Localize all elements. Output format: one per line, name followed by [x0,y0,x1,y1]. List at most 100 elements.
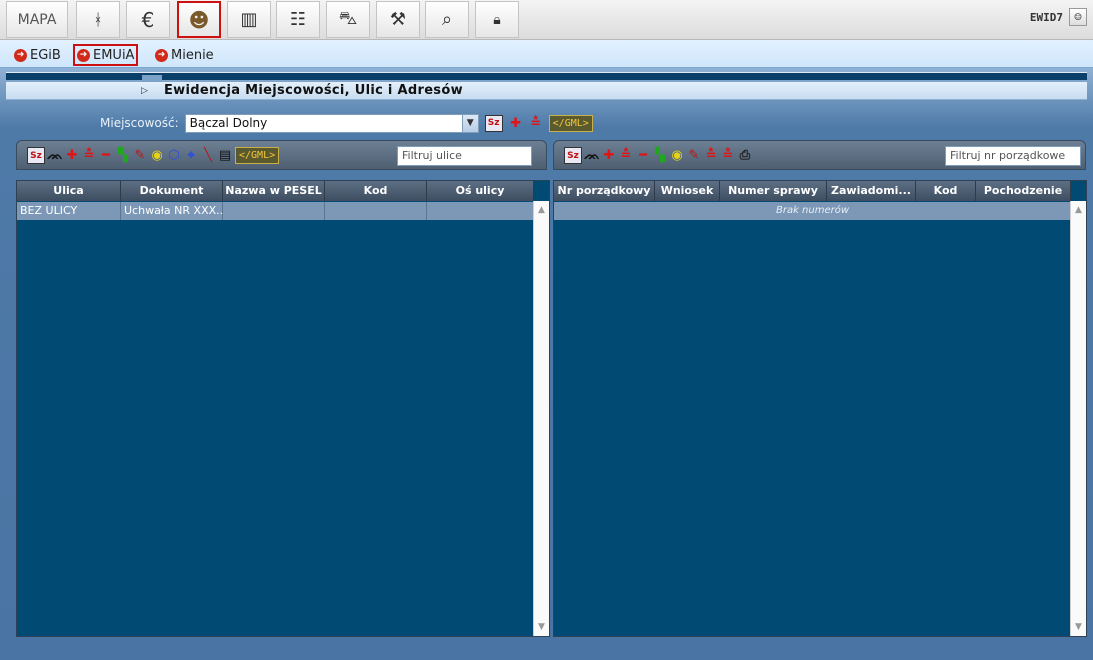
numbers-grid: Nr porządkowy Wniosek Numer sprawy Zawia… [553,180,1087,637]
numbers-toolbar-icons: Sz ᨏ ✚ ≛ ━ ▚ ◉ ✎ ≛ ≛ ⎙ [564,147,752,164]
cell-nazwa-pesel [223,202,325,220]
vertex-edit-icon[interactable]: ⬡ [167,148,181,164]
column-header-nazwa-pesel[interactable]: Nazwa w PESEL [223,181,325,201]
column-header-pochodzenie[interactable]: Pochodzenie [976,181,1071,201]
stack-w-icon[interactable]: ≛ [704,148,718,164]
binoculars-icon[interactable]: ᨏ [584,148,600,164]
stack-icon[interactable]: ≛ [529,115,543,131]
euro-icon: € [141,7,155,32]
stack-z-icon[interactable]: ≛ [721,148,735,164]
lock-icon: 🔒︎ [493,11,501,28]
draw-line-icon[interactable]: ╲ [201,148,215,164]
gavel-icon: ⚒ [389,9,407,30]
sz-button[interactable]: Sz [484,114,503,132]
streets-toolbar: Sz ᨏ ✚ ≛ ━ ▚ ✎ ◉ ⬡ ⌖ ╲ ▤ </GML> Filtruj … [16,140,547,170]
sz-button[interactable]: Sz [27,147,45,164]
cart-button[interactable]: ⛍ [326,1,370,38]
buildings-button[interactable]: ▥ [227,1,271,38]
nav-item-emuia[interactable]: ➜ EMUiA [73,44,139,66]
numbers-grid-header: Nr porządkowy Wniosek Numer sprawy Zawia… [554,181,1071,201]
pin-icon[interactable]: ◉ [150,148,164,164]
lock-button[interactable]: 🔒︎ [475,1,519,38]
document-icon[interactable]: ▤ [218,148,232,164]
column-header-nr-porzadkowy[interactable]: Nr porządkowy [554,181,655,201]
column-header-dokument[interactable]: Dokument [121,181,223,201]
empty-state: Brak numerów [554,202,1071,220]
person-icon: ☻ [188,7,210,32]
print-icon[interactable]: ⎙ [738,148,752,164]
search-button[interactable]: ⌕ [425,1,469,38]
section-header: ▷ Ewidencja Miejscowości, Ulic i Adresów [6,82,1087,100]
top-toolbar: MAPA ᚼ € ☻ ▥ ☷ ⛍ ⚒ ⌕ 🔒︎ EWID7 ☺ [0,0,1093,40]
surveyor-button[interactable]: ᚼ [76,1,120,38]
arrow-right-icon: ➜ [155,48,168,62]
pencil-icon[interactable]: ✎ [133,148,147,164]
main-area: ▷ Ewidencja Miejscowości, Ulic i Adresów… [0,68,1093,660]
finance-button[interactable]: € [126,1,170,38]
column-header-os-ulicy[interactable]: Oś ulicy [427,181,534,201]
gml-export-button[interactable]: </GML> [548,114,593,132]
nav-item-egib[interactable]: ➜ EGiB [12,46,63,64]
number-filter-input[interactable]: Filtruj nr porządkowe [945,146,1081,166]
merge-icon[interactable]: ▚ [116,148,130,164]
add-icon[interactable]: ✚ [65,148,79,164]
nav-item-label: EMUiA [93,47,135,63]
binoculars-icon[interactable]: ᨏ [47,148,63,164]
chevron-down-icon[interactable]: ▼ [461,114,478,132]
pin-move-icon[interactable]: ◉ [670,148,684,164]
user-icon[interactable]: ☺ [1069,8,1087,26]
nav-item-mienie[interactable]: ➜ Mienie [153,46,216,64]
cell-dokument: Uchwała NR XXX... [121,202,223,220]
scroll-up-icon[interactable]: ▲ [534,202,549,218]
cell-ulica: BEZ ULICY [17,202,121,220]
add-icon[interactable]: ✚ [602,148,616,164]
vertex-add-icon[interactable]: ⌖ [184,148,198,164]
scroll-down-icon[interactable]: ▼ [1071,619,1086,635]
numbers-scrollbar[interactable]: ▲ ▼ [1070,201,1086,636]
stack-icon[interactable]: ≛ [82,148,96,164]
cell-os-ulicy [427,202,534,220]
streets-grid: Ulica Dokument Nazwa w PESEL Kod Oś ulic… [16,180,550,637]
streets-toolbar-icons: Sz ᨏ ✚ ≛ ━ ▚ ✎ ◉ ⬡ ⌖ ╲ ▤ </GML> [27,147,280,164]
collapse-triangle-icon[interactable]: ▷ [141,86,148,96]
street-filter-input[interactable]: Filtruj ulice [397,146,532,166]
nav-item-label: EGiB [30,47,61,63]
building-icon: ▥ [240,9,258,30]
pencil-icon[interactable]: ✎ [687,148,701,164]
person-button[interactable]: ☻ [177,1,221,38]
column-header-kod[interactable]: Kod [325,181,427,201]
stack-icon[interactable]: ≛ [619,148,633,164]
locality-label: Miejscowość: [100,116,179,130]
tab-strip [6,72,1087,85]
cabinet-button[interactable]: ☷ [276,1,320,38]
locality-select[interactable]: Bączal Dolny ▼ [184,113,479,133]
search-icon: ⌕ [441,9,453,30]
streets-scrollbar[interactable]: ▲ ▼ [533,201,549,636]
remove-icon[interactable]: ━ [99,148,113,164]
mapa-button[interactable]: MAPA [6,1,68,38]
remove-icon[interactable]: ━ [636,148,650,164]
column-header-ulica[interactable]: Ulica [17,181,121,201]
cabinet-icon: ☷ [289,9,307,30]
gml-export-button[interactable]: </GML> [235,147,280,164]
gavel-button[interactable]: ⚒ [376,1,420,38]
sz-button[interactable]: Sz [564,147,582,164]
column-header-numer-sprawy[interactable]: Numer sprawy [720,181,827,201]
column-header-zawiadomienie[interactable]: Zawiadomi... [827,181,916,201]
locality-row: Miejscowość: Bączal Dolny ▼ Sz ✚ ≛ </GML… [100,113,593,133]
section-title: Ewidencja Miejscowości, Ulic i Adresów [164,83,463,98]
street-filter-placeholder: Filtruj ulice [402,149,462,162]
arrow-right-icon: ➜ [14,48,27,62]
number-filter-placeholder: Filtruj nr porządkowe [950,149,1066,162]
table-row[interactable]: BEZ ULICY Uchwała NR XXX... [17,202,534,220]
merge-icon[interactable]: ▚ [653,148,667,164]
column-header-wniosek[interactable]: Wniosek [655,181,720,201]
cell-kod [325,202,427,220]
scroll-up-icon[interactable]: ▲ [1071,202,1086,218]
add-icon[interactable]: ✚ [509,115,523,131]
surveyor-icon: ᚼ [93,10,103,29]
arrow-right-icon: ➜ [77,48,90,62]
user-area[interactable]: EWID7 ☺ [1030,8,1087,26]
column-header-kod[interactable]: Kod [916,181,976,201]
scroll-down-icon[interactable]: ▼ [534,619,549,635]
